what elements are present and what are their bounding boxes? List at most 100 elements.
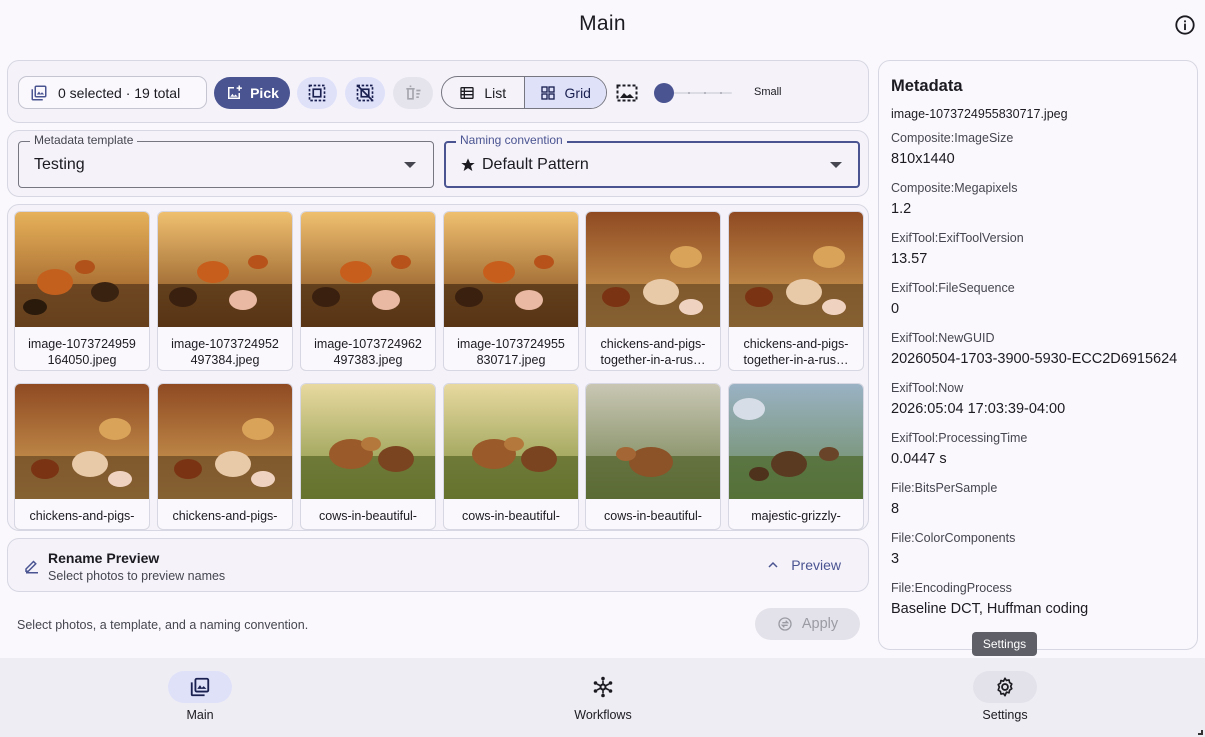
photo-tile[interactable]: cows-in-beautiful- [443, 383, 579, 530]
metadata-entry: File:EncodingProcess Baseline DCT, Huffma… [891, 581, 1191, 619]
info-icon[interactable] [1174, 14, 1196, 36]
rename-preview-panel: Rename Preview Select photos to preview … [7, 538, 869, 592]
photo-thumbnail [158, 212, 292, 327]
metadata-key: File:BitsPerSample [891, 481, 998, 495]
selection-chip[interactable]: 0 selected · 19 total [18, 76, 207, 109]
photo-thumbnail [158, 384, 292, 499]
photo-thumbnail [586, 384, 720, 499]
photo-grid: image-1073724959 164050.jpeg image-10737… [7, 204, 869, 531]
metadata-entry: File:BitsPerSample 8 [891, 481, 1191, 519]
gear-icon [997, 677, 1013, 697]
metadata-list: Composite:ImageSize 810x1440 Composite:Meg… [891, 131, 1191, 631]
apply-icon [778, 617, 792, 631]
photo-thumbnail [15, 384, 149, 499]
photo-tile[interactable]: image-1073724955 830717.jpeg [443, 211, 579, 371]
metadata-key: File:EncodingProcess [891, 581, 1012, 595]
metadata-key: ExifTool:FileSequence [891, 281, 1015, 295]
naming-convention-label: Naming convention [456, 133, 567, 147]
metadata-value: Baseline DCT, Huffman coding [891, 601, 1089, 617]
selection-count: 0 selected · 19 total [58, 84, 181, 101]
metadata-template-select[interactable]: Metadata template Testing [18, 133, 434, 188]
metadata-entry: ExifTool:NewGUID 20260504-1703-3900-5930-… [891, 331, 1191, 369]
deselect-all-button[interactable] [345, 77, 385, 109]
list-icon [460, 86, 475, 99]
select-all-icon [308, 84, 326, 102]
remove-selected-button[interactable] [393, 77, 433, 109]
photo-thumbnail [586, 212, 720, 327]
dropdown-arrow-icon [404, 162, 416, 168]
photo-size-icon [616, 84, 638, 102]
view-mode-grid[interactable]: Grid [523, 77, 606, 108]
photo-caption: image-1073724962 497383.jpeg [314, 337, 422, 367]
apply-label: Apply [801, 616, 839, 632]
metadata-template-label: Metadata template [30, 133, 138, 147]
metadata-key: Composite:Megapixels [891, 181, 1018, 195]
nav-indicator [168, 671, 232, 703]
metadata-key: ExifTool:NewGUID [891, 331, 995, 345]
workflow-hub-icon [593, 676, 613, 698]
photo-tile[interactable]: image-1073724962 497383.jpeg [300, 211, 436, 371]
metadata-key: Composite:ImageSize [891, 131, 1014, 145]
metadata-entry: ExifTool:ProcessingTime 0.0447 s [891, 431, 1191, 469]
metadata-entry: ExifTool:ExifToolVersion 13.57 [891, 231, 1191, 269]
metadata-value: 2026:05:04 17:03:39-04:00 [891, 401, 1066, 417]
nav-item-main[interactable]: Main [140, 671, 260, 722]
view-mode-grid-label: Grid [564, 84, 591, 101]
nav-indicator [571, 671, 635, 703]
metadata-entry: Composite:Megapixels 1.2 [891, 181, 1191, 219]
metadata-value: 0.0447 s [891, 451, 947, 467]
photo-tile[interactable]: cows-in-beautiful- [585, 383, 721, 530]
gallery-scrollbar[interactable] [864, 530, 868, 531]
photo-tile[interactable]: chickens-and-pigs- [157, 383, 293, 530]
window-resize-grip[interactable] [1198, 730, 1203, 735]
tooltip: Settings [972, 632, 1037, 656]
metadata-entry: ExifTool:FileSequence 0 [891, 281, 1191, 319]
metadata-key: File:ColorComponents [891, 531, 1016, 545]
photo-tile[interactable]: image-1073724952 497384.jpeg [157, 211, 293, 371]
photo-caption: image-1073724955 830717.jpeg [457, 337, 565, 367]
thumbnail-size-slider[interactable] [654, 83, 734, 103]
select-all-button[interactable] [297, 77, 337, 109]
preview-toggle-button[interactable]: Preview [767, 557, 841, 573]
photo-caption: chickens-and-pigs- together-in-a-rus… [600, 337, 706, 367]
delete-sweep-icon [406, 85, 421, 100]
nav-item-settings[interactable]: Settings [945, 671, 1065, 722]
photo-tile[interactable]: image-1073724959 164050.jpeg [14, 211, 150, 371]
metadata-value: 1.2 [891, 201, 912, 217]
naming-convention-value-wrap: Default Pattern [460, 156, 589, 174]
preview-label: Preview [791, 557, 841, 573]
photo-tile[interactable]: majestic-grizzly- [728, 383, 864, 530]
photo-thumbnail [444, 212, 578, 327]
pick-button[interactable]: Pick [214, 77, 290, 109]
slider-tick [720, 92, 722, 94]
photo-tile[interactable]: chickens-and-pigs- [14, 383, 150, 530]
photo-caption: image-1073724952 497384.jpeg [171, 337, 279, 367]
naming-convention-value: Default Pattern [482, 156, 589, 173]
thumbnail-size-label: Small [754, 86, 782, 98]
metadata-value: 0 [891, 301, 900, 317]
pick-label: Pick [250, 85, 279, 101]
slider-thumb[interactable] [654, 83, 674, 103]
toolbar: 0 selected · 19 total Pick List Grid Sma… [7, 60, 869, 123]
photo-caption: chickens-and-pigs- [172, 509, 278, 523]
photo-library-icon [31, 85, 47, 100]
nav-label-settings: Settings [982, 708, 1028, 722]
photo-tile[interactable]: cows-in-beautiful- [300, 383, 436, 530]
photo-thumbnail [301, 212, 435, 327]
metadata-value: 3 [891, 551, 900, 567]
nav-label-workflows: Workflows [574, 708, 632, 722]
metadata-filename: image-1073724955830717.jpeg [891, 107, 1068, 121]
photo-tile[interactable]: chickens-and-pigs- together-in-a-rus… [585, 211, 721, 371]
nav-item-workflows[interactable]: Workflows [543, 671, 663, 722]
metadata-value: 8 [891, 501, 900, 517]
page-title: Main [579, 12, 626, 35]
apply-button[interactable]: Apply [755, 608, 860, 640]
rename-preview-subtitle: Select photos to preview names [48, 569, 226, 583]
view-mode-list[interactable]: List [442, 77, 524, 108]
photo-tile[interactable]: chickens-and-pigs- together-in-a-rus… [728, 211, 864, 371]
nav-label-main: Main [186, 708, 214, 722]
photo-caption: majestic-grizzly- [751, 509, 841, 523]
metadata-title: Metadata [891, 77, 963, 95]
naming-convention-select[interactable]: Naming convention Default Pattern [444, 133, 860, 188]
star-icon [461, 158, 475, 171]
